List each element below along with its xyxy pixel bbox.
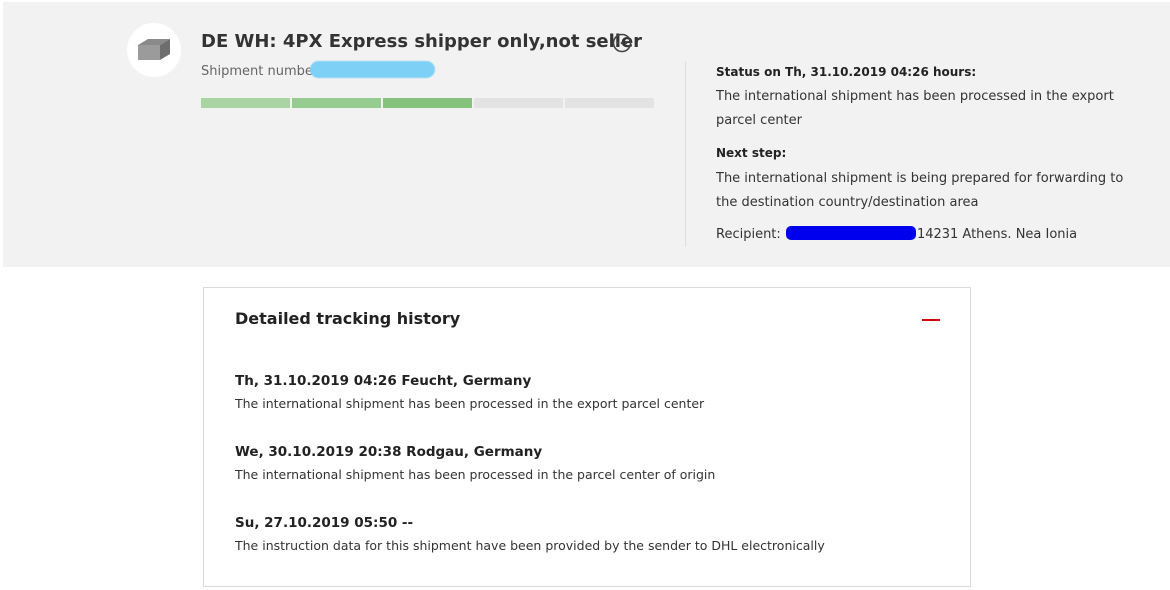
shipment-title: DE WH: 4PX Express shipper only,not sell… bbox=[201, 31, 643, 52]
shipment-number-label: Shipment number bbox=[201, 64, 319, 79]
package-icon bbox=[138, 39, 170, 60]
next-step-text: The international shipment is being prep… bbox=[716, 171, 1124, 210]
status-text: The international shipment has been proc… bbox=[716, 89, 1114, 128]
history-event: Th, 31.10.2019 04:26 Feucht, Germany The… bbox=[235, 373, 704, 411]
history-event: Su, 27.10.2019 05:50 -- The instruction … bbox=[235, 515, 825, 553]
progress-segment-pending bbox=[565, 98, 654, 108]
shipment-progress-bar bbox=[201, 98, 654, 108]
progress-segment-pending bbox=[474, 98, 563, 108]
recipient-line: Recipient: 14231 Athens. Nea Ionia bbox=[716, 226, 1077, 242]
history-event-heading: Su, 27.10.2019 05:50 -- bbox=[235, 515, 414, 531]
recipient-address: 14231 Athens. Nea Ionia bbox=[916, 227, 1078, 242]
progress-segment-complete bbox=[383, 98, 472, 108]
history-event-description: The instruction data for this shipment h… bbox=[235, 538, 825, 553]
collapse-history-button[interactable] bbox=[922, 316, 942, 324]
tracking-history-title: Detailed tracking history bbox=[235, 309, 461, 328]
status-heading: Status on Th, 31.10.2019 04:26 hours: bbox=[716, 65, 977, 79]
more-options-icon bbox=[612, 33, 632, 53]
progress-segment-complete bbox=[292, 98, 381, 108]
minus-icon bbox=[922, 319, 940, 321]
history-event-description: The international shipment has been proc… bbox=[235, 396, 705, 411]
panel-divider bbox=[685, 61, 686, 247]
package-icon-badge bbox=[127, 23, 181, 77]
more-options-button[interactable] bbox=[612, 33, 632, 53]
history-event-heading: We, 30.10.2019 20:38 Rodgau, Germany bbox=[235, 444, 543, 460]
history-event: We, 30.10.2019 20:38 Rodgau, Germany The… bbox=[235, 444, 715, 482]
recipient-label: Recipient: bbox=[716, 227, 781, 242]
next-step-heading: Next step: bbox=[716, 146, 787, 160]
history-event-description: The international shipment has been proc… bbox=[235, 467, 716, 482]
recipient-name-redaction bbox=[785, 226, 916, 240]
tracking-history-card: Detailed tracking history Th, 31.10.2019… bbox=[203, 287, 971, 587]
history-event-heading: Th, 31.10.2019 04:26 Feucht, Germany bbox=[235, 373, 532, 389]
progress-segment-complete bbox=[201, 98, 290, 108]
shipment-number-redaction bbox=[310, 61, 435, 78]
